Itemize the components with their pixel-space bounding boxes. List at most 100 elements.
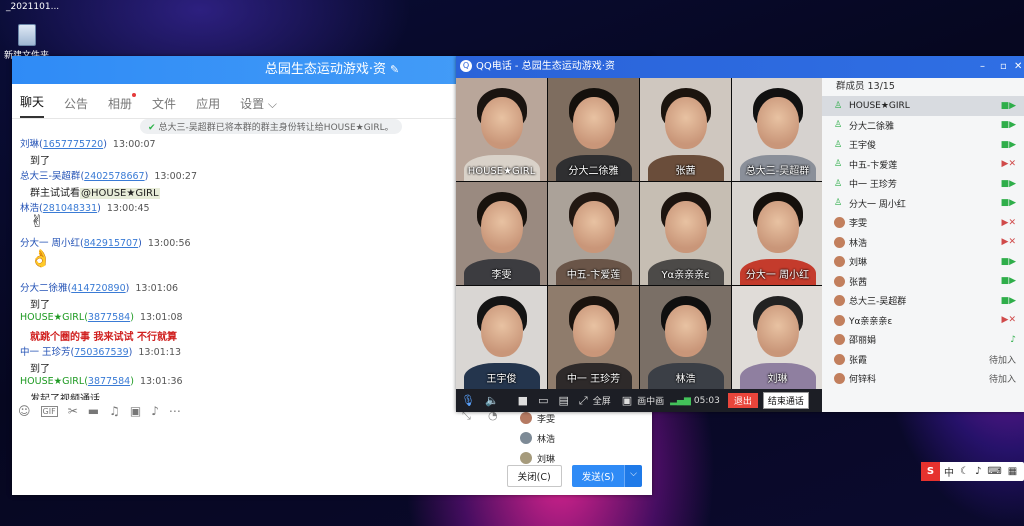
list-item[interactable]: 林浩 ▶✕ xyxy=(822,233,1024,253)
person-icon: ♙ xyxy=(834,139,843,150)
sender-name[interactable]: HOUSE★GIRL xyxy=(20,312,84,323)
sender-name[interactable]: HOUSE★GIRL xyxy=(20,376,84,387)
video-tile[interactable]: 分大一 周小红 xyxy=(732,182,823,285)
list-item[interactable]: 何锌科 待加入 xyxy=(822,369,1024,389)
sender-name[interactable]: 分大二徐雅 xyxy=(20,283,68,294)
emoji-icon[interactable]: ☺ xyxy=(18,404,31,418)
member-name: 李雯 xyxy=(849,219,868,230)
list-item[interactable]: ♙ 中一 王珍芳 ■▶ xyxy=(822,174,1024,194)
pip-icon[interactable]: ▣ xyxy=(622,394,632,407)
sender-qq[interactable]: 3877584 xyxy=(88,312,130,323)
list-item[interactable]: ♙ 王宇俊 ■▶ xyxy=(822,135,1024,155)
qq-title-bar: Q QQ电话 - 总园生态运动游戏·资 – ▫ ✕ xyxy=(456,56,1024,78)
end-call-button[interactable]: 结束通话 xyxy=(762,392,809,409)
mic-icon[interactable]: ♪ xyxy=(975,466,981,477)
pip-button[interactable]: 画中画 xyxy=(637,394,664,407)
sender-qq[interactable]: 281048331 xyxy=(43,203,97,214)
keyboard-icon[interactable]: ⌨ xyxy=(987,466,1001,477)
menu-icon[interactable]: ▦ xyxy=(1008,466,1017,477)
sender-qq[interactable]: 842915707 xyxy=(84,238,138,249)
message-header: 刘琳(1657775720) 13:00:07 xyxy=(20,139,156,150)
send-options-chevron-icon[interactable]: ⌵ xyxy=(624,465,642,487)
scissors-icon[interactable]: ✂ xyxy=(68,404,78,418)
list-item[interactable]: ♙ 中五-卞爱莲 ▶✕ xyxy=(822,155,1024,175)
list-item[interactable]: ♙ HOUSE★GIRL ■▶ xyxy=(822,96,1024,116)
exit-button[interactable]: 退出 xyxy=(727,393,758,408)
sender-name[interactable]: 中一 王珍芳 xyxy=(20,347,71,358)
fullscreen-icon[interactable]: ⤢ xyxy=(579,394,588,408)
list-item[interactable]: 张茜 ■▶ xyxy=(822,272,1024,292)
participant-face xyxy=(572,305,615,358)
participant-name: 王宇俊 xyxy=(486,374,517,385)
video-tile[interactable]: 分大二徐雅 xyxy=(548,78,639,181)
video-tile[interactable]: 王宇俊 xyxy=(456,286,547,389)
speaker-icon[interactable]: 🔈 xyxy=(485,394,499,407)
screen-share-icon[interactable]: ▭ xyxy=(538,394,548,407)
video-tile[interactable]: 林浩 xyxy=(640,286,731,389)
close-icon[interactable]: ✕ xyxy=(1014,56,1022,78)
image-icon[interactable]: ▣ xyxy=(130,404,141,418)
list-item[interactable]: 李雯 ▶✕ xyxy=(822,213,1024,233)
send-button[interactable]: 发送(S) xyxy=(571,465,625,487)
microphone-icon[interactable]: 🎙 xyxy=(461,394,475,407)
video-tile[interactable]: Yα亲亲亲ε xyxy=(640,182,731,285)
more-icon[interactable]: ⋯ xyxy=(169,404,181,418)
camera-icon[interactable]: ■ xyxy=(518,394,528,407)
video-tile[interactable]: 总大三-吴超群 xyxy=(732,78,823,181)
list-item[interactable]: 邵丽娟 ♪ xyxy=(822,330,1024,350)
tab-chat[interactable]: 聊天 xyxy=(20,93,45,118)
list-item[interactable]: ♙ 分大二徐雅 ■▶ xyxy=(822,116,1024,136)
list-item[interactable]: 总大三-吴超群 ■▶ xyxy=(822,291,1024,311)
presentation-icon[interactable]: ▤ xyxy=(558,394,568,407)
person-icon: ♙ xyxy=(834,198,843,209)
sender-qq[interactable]: 1657775720 xyxy=(43,139,103,150)
message-list[interactable]: ✔ 总大三-吴超群已将本群的群主身份转让给HOUSE★GIRL。 刘琳(16577… xyxy=(12,118,482,400)
moon-icon[interactable]: ☾ xyxy=(960,466,969,477)
list-item[interactable]: ♙ 分大一 周小红 ■▶ xyxy=(822,194,1024,214)
maximize-icon[interactable]: ▫ xyxy=(1000,56,1007,78)
member-name: 何锌科 xyxy=(849,375,877,386)
participant-face xyxy=(756,305,799,358)
tab-settings[interactable]: 设置 ⌵ xyxy=(240,95,277,118)
edit-pen-icon[interactable]: ✎ xyxy=(390,63,399,76)
music-note-icon[interactable]: ♫ xyxy=(109,404,120,418)
video-tile[interactable]: 张茜 xyxy=(640,78,731,181)
file-icon xyxy=(18,24,36,46)
fullscreen-button[interactable]: 全屏 xyxy=(593,394,611,407)
folder-icon[interactable]: ▬ xyxy=(88,404,99,418)
sender-name[interactable]: 总大三-吴超群 xyxy=(20,171,80,182)
participant-name: 总大三-吴超群 xyxy=(745,166,810,177)
ime-language[interactable]: 中 xyxy=(944,464,954,479)
sender-qq[interactable]: 2402578667 xyxy=(84,171,144,182)
video-tile[interactable]: 中一 王珍芳 xyxy=(548,286,639,389)
tab-announcement[interactable]: 公告 xyxy=(64,95,88,118)
mention-tag[interactable]: @HOUSE★GIRL xyxy=(80,188,160,199)
chevron-down-icon: ⌵ xyxy=(267,97,278,111)
sender-name[interactable]: 分大一 周小红 xyxy=(20,238,80,249)
video-tile[interactable]: 李雯 xyxy=(456,182,547,285)
list-item[interactable]: Yα亲亲亲ε ▶✕ xyxy=(822,311,1024,331)
close-button[interactable]: 关闭(C) xyxy=(506,465,562,487)
video-tile[interactable]: 中五-卞爱莲 xyxy=(548,182,639,285)
minimize-icon[interactable]: – xyxy=(980,56,985,78)
list-item[interactable]: 张霞 待加入 xyxy=(822,350,1024,370)
tab-apps[interactable]: 应用 xyxy=(196,95,220,118)
sender-qq[interactable]: 3877584 xyxy=(88,376,130,387)
video-tile[interactable]: HOUSE★GIRL xyxy=(456,78,547,181)
input-method-bar[interactable]: S 中 ☾ ♪ ⌨ ▦ xyxy=(921,462,1024,481)
tab-settings-label: 设置 xyxy=(240,97,265,111)
video-tile[interactable]: 刘琳 xyxy=(732,286,823,389)
sender-name[interactable]: 刘琳 xyxy=(20,139,39,150)
sender-qq[interactable]: 750367539 xyxy=(74,347,128,358)
avatar xyxy=(834,295,845,307)
member-list[interactable]: ♙ HOUSE★GIRL ■▶ ♙ 分大二徐雅 ■▶ ♙ 王宇俊 ■▶ ♙ 中五-卞爱莲 ▶✕ ♙ 中一 … xyxy=(822,96,1024,389)
gif-icon[interactable]: GIF xyxy=(40,405,58,417)
sender-qq[interactable]: 414720890 xyxy=(71,283,125,294)
tab-files[interactable]: 文件 xyxy=(152,95,176,118)
message-header: 分大二徐雅(414720890) 13:01:06 xyxy=(20,283,179,294)
list-item[interactable]: 林浩 xyxy=(520,428,660,448)
tab-album[interactable]: 相册 xyxy=(108,93,137,118)
list-item[interactable]: 刘琳 ■▶ xyxy=(822,252,1024,272)
bell-icon[interactable]: ♪ xyxy=(151,404,159,418)
participant-name: 分大一 周小红 xyxy=(745,270,810,281)
